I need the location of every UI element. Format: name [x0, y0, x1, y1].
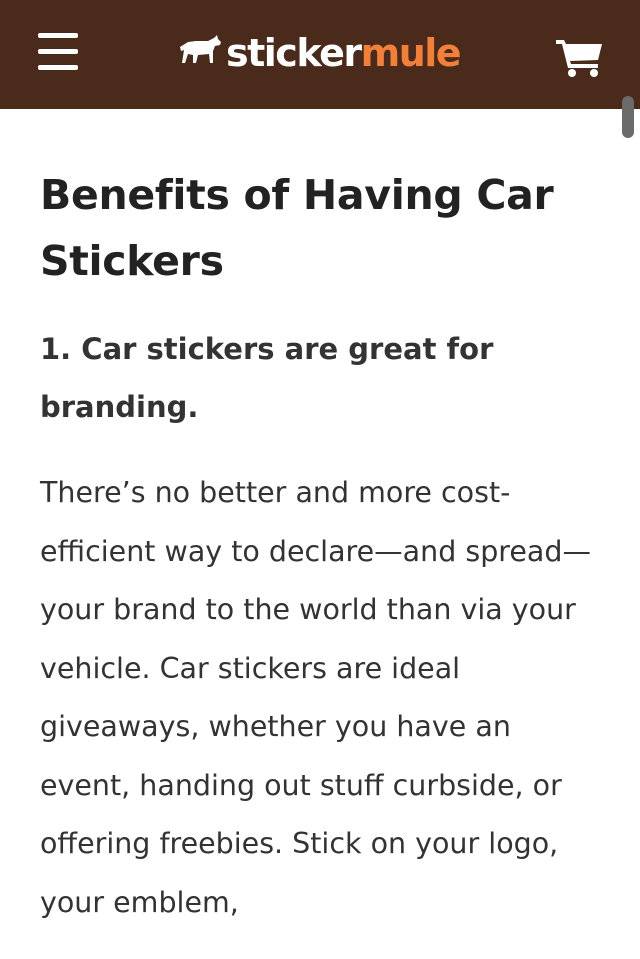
article-content: Benefits of Having Car Stickers 1. Car s…	[40, 162, 600, 932]
top-navigation-bar: stickermule	[0, 0, 640, 109]
shopping-cart-icon	[556, 40, 602, 77]
menu-button[interactable]	[34, 30, 82, 74]
logo-wordmark: stickermule	[226, 31, 462, 75]
article-title: Benefits of Having Car Stickers	[40, 171, 554, 285]
logo-text-mule: mule	[360, 31, 462, 75]
stickermule-logo[interactable]: stickermule	[178, 28, 462, 78]
hamburger-menu-icon-bar	[38, 65, 78, 70]
logo-text-sticker: sticker	[226, 31, 362, 75]
mule-icon	[180, 35, 221, 63]
hamburger-menu-icon	[38, 33, 78, 38]
hamburger-menu-icon-bar	[38, 49, 78, 54]
scrollbar-thumb[interactable]	[622, 96, 634, 138]
cart-button[interactable]	[554, 34, 606, 78]
page: stickermule Benefits of Having Car Stick…	[0, 0, 640, 959]
article-paragraph: There’s no better and more cost-efficien…	[40, 476, 591, 919]
section-subheading: 1. Car stickers are great for branding.	[40, 332, 494, 424]
